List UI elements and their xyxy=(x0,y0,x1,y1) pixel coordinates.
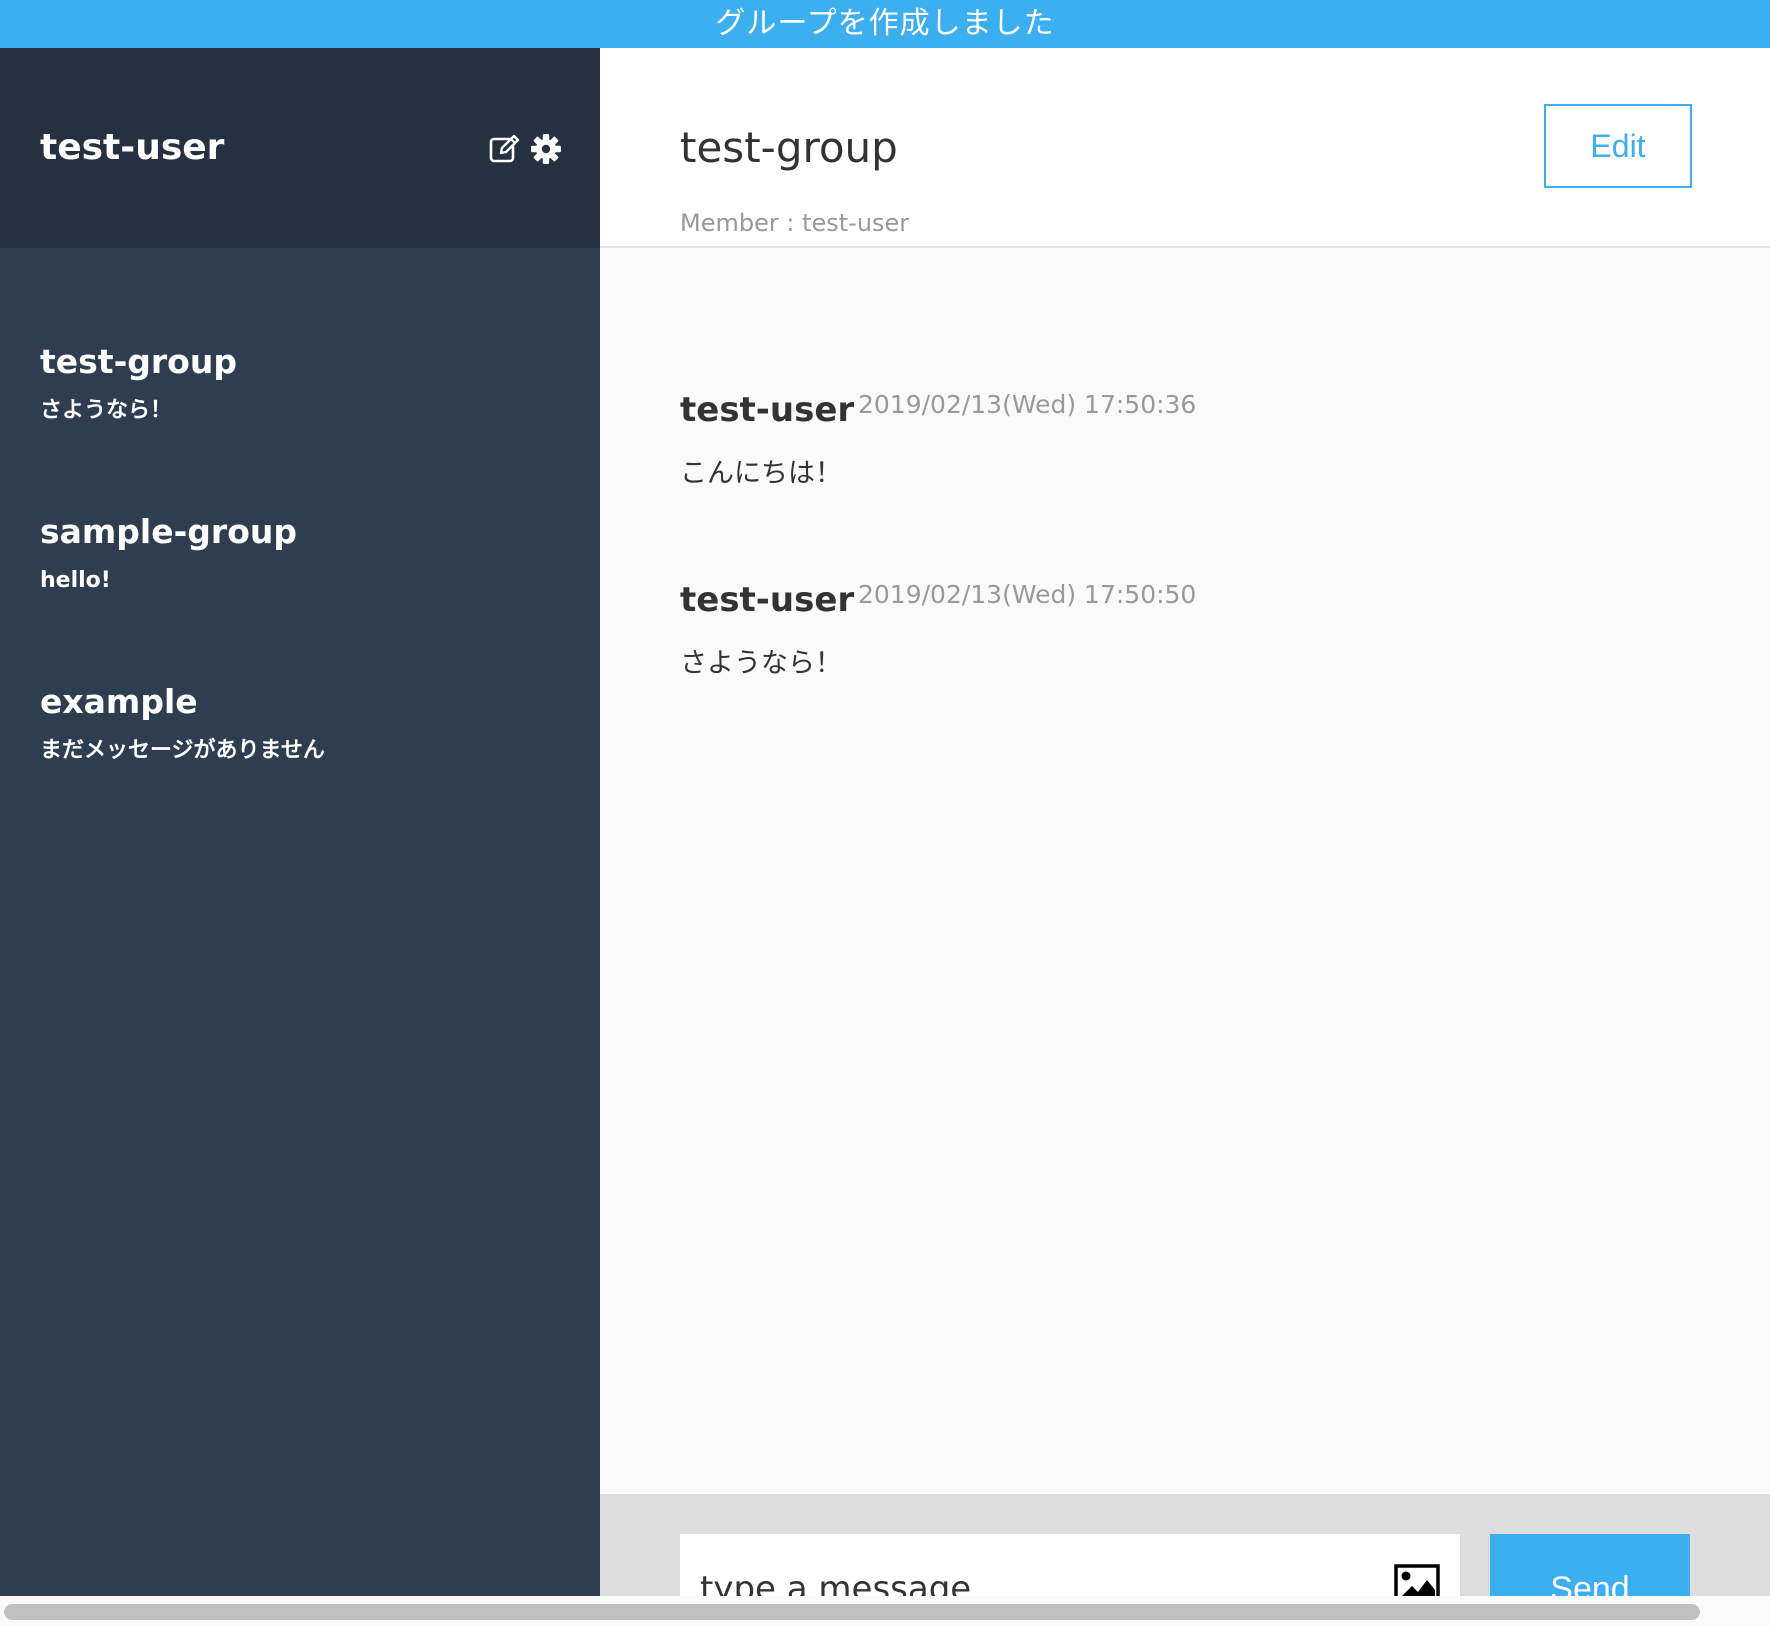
message-text: こんにちは！ xyxy=(680,458,842,489)
edit-icon[interactable] xyxy=(488,133,520,165)
chat-header: test-group Member : test-user Edit xyxy=(600,48,1770,248)
group-last-message: さようなら！ xyxy=(40,398,173,423)
current-user-name: test-user xyxy=(40,127,225,168)
message-item: test-user 2019/02/13(Wed) 17:50:36 こんにちは… xyxy=(680,388,1690,538)
group-last-message: hello! xyxy=(40,568,111,593)
group-list-item[interactable]: sample-group hello! xyxy=(40,510,560,650)
message-input[interactable] xyxy=(680,1534,1380,1596)
image-icon[interactable] xyxy=(1394,1564,1440,1596)
sidebar: test-user test-group さようなら！ sample-group… xyxy=(0,48,600,1596)
group-last-message: まだメッセージがありません xyxy=(40,738,325,763)
message-text: さようなら！ xyxy=(680,648,842,679)
message-form: Send xyxy=(600,1494,1770,1596)
group-list-item[interactable]: test-group さようなら！ xyxy=(40,340,560,480)
group-name: example xyxy=(40,682,198,721)
sidebar-header-icons xyxy=(488,132,562,166)
send-button[interactable]: Send xyxy=(1490,1534,1690,1596)
sidebar-header: test-user xyxy=(0,48,600,248)
message-item: test-user 2019/02/13(Wed) 17:50:50 さようなら… xyxy=(680,578,1690,728)
scrollbar-thumb[interactable] xyxy=(4,1604,1700,1620)
group-title: test-group xyxy=(680,123,898,172)
group-name: test-group xyxy=(40,342,237,381)
message-user: test-user xyxy=(680,580,855,620)
message-user: test-user xyxy=(680,390,855,430)
message-timestamp: 2019/02/13(Wed) 17:50:36 xyxy=(858,390,1197,419)
chat-main: test-group Member : test-user Edit test-… xyxy=(600,48,1770,1596)
edit-group-button[interactable]: Edit xyxy=(1544,104,1692,188)
message-timestamp: 2019/02/13(Wed) 17:50:50 xyxy=(858,580,1197,609)
group-name: sample-group xyxy=(40,512,297,551)
message-input-box xyxy=(680,1534,1460,1596)
gear-icon[interactable] xyxy=(530,133,562,165)
group-list-item[interactable]: example まだメッセージがありません xyxy=(40,680,560,820)
horizontal-scrollbar[interactable] xyxy=(0,1596,1770,1626)
flash-notice: グループを作成しました xyxy=(0,0,1770,48)
member-list: Member : test-user xyxy=(680,209,910,237)
